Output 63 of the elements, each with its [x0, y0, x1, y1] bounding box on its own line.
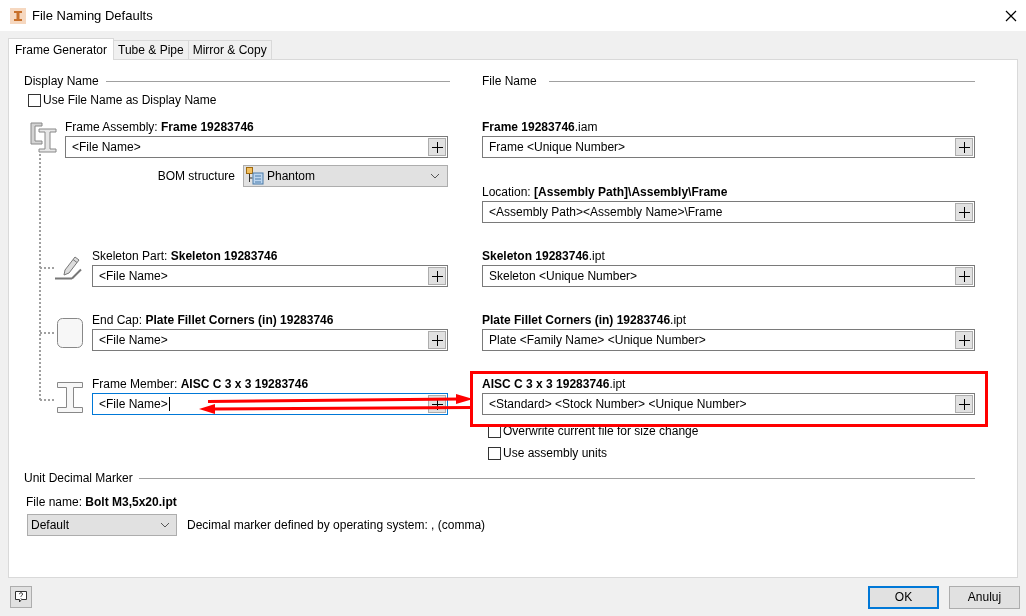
file-name-label: Plate Fillet Corners (in) 19283746.ipt: [482, 313, 688, 327]
component-label: Frame Assembly: Frame 19283746: [65, 120, 255, 134]
display-name-field[interactable]: <File Name>: [92, 265, 448, 287]
display-name-field[interactable]: <File Name>: [65, 136, 448, 158]
help-icon: [14, 590, 28, 604]
plus-icon: [431, 398, 443, 410]
file-name-label: Skeleton 19283746.ipt: [482, 249, 606, 263]
plus-icon: [431, 334, 443, 346]
location-field[interactable]: <Assembly Path><Assembly Name>\Frame: [482, 201, 975, 223]
insert-button[interactable]: [955, 331, 973, 349]
insert-button[interactable]: [428, 331, 446, 349]
checkbox[interactable]: [28, 93, 41, 107]
rounded-square-icon: [57, 318, 83, 348]
naming-pattern-field[interactable]: <Standard> <Stock Number> <Unique Number>: [482, 393, 975, 415]
tab[interactable]: Tube & Pipe: [114, 40, 189, 59]
component-label: Skeleton Part: Skeleton 19283746: [92, 249, 279, 263]
decimal-marker-dropdown[interactable]: Default: [27, 514, 177, 536]
chevron-down-icon: [160, 522, 170, 528]
insert-button[interactable]: [955, 267, 973, 285]
checkbox-label: Use assembly units: [503, 446, 608, 460]
naming-pattern-field[interactable]: Frame <Unique Number>: [482, 136, 975, 158]
section-heading: File Name: [482, 74, 537, 88]
checkbox-label: Use File Name as Display Name: [43, 93, 217, 107]
plus-icon: [958, 141, 970, 153]
checkbox[interactable]: [488, 446, 501, 460]
bom-structure-icon: [246, 167, 264, 185]
tab[interactable]: Frame Generator: [8, 38, 115, 60]
chevron-down-icon: [430, 173, 440, 179]
naming-pattern-field[interactable]: Plate <Family Name> <Unique Number>: [482, 329, 975, 351]
close-icon[interactable]: [1005, 9, 1017, 22]
component-label: Frame Member: AISC C 3 x 3 19283746: [92, 377, 310, 391]
frame-assembly-icon: [30, 122, 57, 153]
bom-structure-dropdown[interactable]: Phantom: [243, 165, 448, 187]
insert-button[interactable]: [428, 138, 446, 156]
insert-button[interactable]: [955, 395, 973, 413]
section-heading: Display Name: [24, 74, 99, 88]
plus-icon: [958, 206, 970, 218]
window-title: File Naming Defaults: [32, 6, 153, 25]
insert-button[interactable]: [428, 267, 446, 285]
plus-icon: [431, 270, 443, 282]
dialog-button[interactable]: Anuluj: [949, 585, 1020, 609]
text-cursor: [168, 397, 170, 411]
section-heading: Unit Decimal Marker: [24, 471, 133, 485]
help-button[interactable]: [10, 586, 32, 608]
plus-icon: [958, 334, 970, 346]
plus-icon: [958, 270, 970, 282]
i-beam-icon: [57, 382, 83, 413]
insert-button[interactable]: [955, 138, 973, 156]
display-name-field[interactable]: <File Name>: [92, 329, 448, 351]
file-name-label: AISC C 3 x 3 19283746.ipt: [482, 377, 627, 391]
insert-button[interactable]: [955, 203, 973, 221]
file-name-label: Frame 19283746.iam: [482, 120, 599, 134]
dialog-button[interactable]: OK: [868, 585, 939, 609]
plus-icon: [958, 398, 970, 410]
bom-label: BOM structure: [157, 168, 235, 185]
component-label: End Cap: Plate Fillet Corners (in) 19283746: [92, 313, 335, 327]
plus-icon: [431, 141, 443, 153]
tab[interactable]: Mirror & Copy: [188, 40, 272, 59]
app-icon: [10, 7, 26, 24]
sample-file-name: File name: Bolt M3,5x20.ipt: [25, 495, 178, 509]
location-label: Location: [Assembly Path]\Assembly\Frame: [482, 185, 729, 199]
naming-pattern-field[interactable]: Skeleton <Unique Number>: [482, 265, 975, 287]
decimal-marker-note: Decimal marker defined by operating system: , (comma): [187, 517, 486, 534]
